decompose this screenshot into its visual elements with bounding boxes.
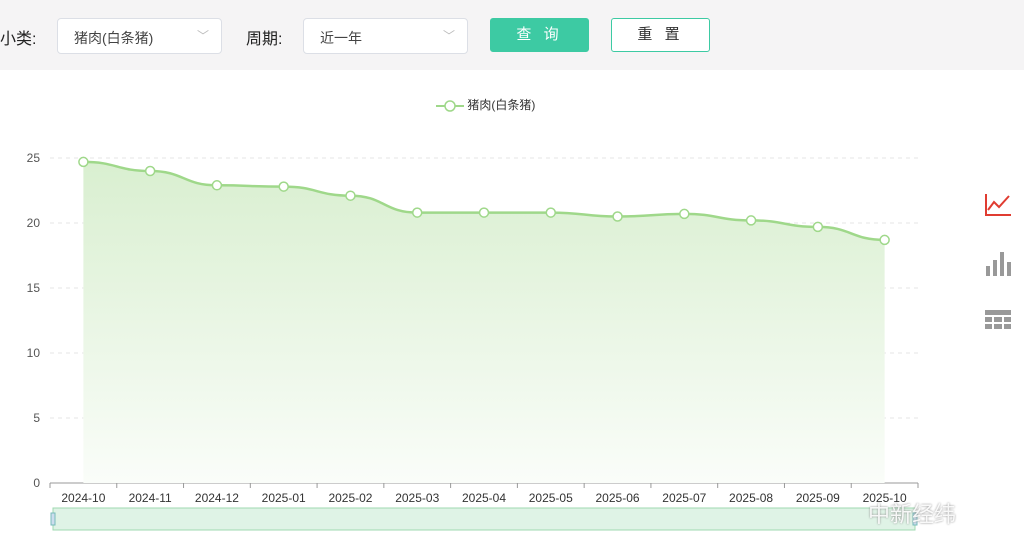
data-point xyxy=(411,207,423,218)
y-tick-label: 20 xyxy=(27,216,41,230)
x-tick-label: 2025-05 xyxy=(529,491,573,505)
x-tick-label: 2024-12 xyxy=(195,491,239,505)
x-tick-label: 2025-01 xyxy=(262,491,306,505)
data-point xyxy=(812,221,824,233)
data-point xyxy=(144,165,156,177)
data-point xyxy=(278,181,289,192)
watermark: 中新经纬 xyxy=(868,502,957,527)
x-tick-label: 2025-03 xyxy=(395,491,439,505)
data-point xyxy=(612,211,623,222)
table-icon xyxy=(985,310,1011,329)
y-tick-label: 5 xyxy=(33,411,40,425)
y-tick-label: 0 xyxy=(33,476,40,490)
line-chart-toggle[interactable] xyxy=(984,190,1012,223)
x-tick-label: 2025-09 xyxy=(796,491,840,505)
y-tick-label: 25 xyxy=(27,151,41,165)
x-tick-label: 2025-04 xyxy=(462,491,506,505)
line-chart: 0 5 10 15 20 25 2024-10 2024-11 2024-12 2025-01 20… xyxy=(27,151,919,531)
zoom-slider[interactable] xyxy=(52,507,916,531)
data-point xyxy=(211,180,223,191)
x-tick-label: 2025-06 xyxy=(596,491,640,505)
data-point xyxy=(879,234,890,246)
zoom-handle[interactable] xyxy=(50,512,56,526)
data-table-toggle[interactable] xyxy=(984,308,1012,341)
data-point xyxy=(745,215,757,226)
y-tick-label: 15 xyxy=(27,281,41,295)
bar-chart-toggle[interactable] xyxy=(984,250,1012,283)
data-point xyxy=(345,190,356,201)
x-tick-label: 2025-08 xyxy=(729,491,773,505)
x-tick-label: 2024-11 xyxy=(129,491,172,505)
data-point xyxy=(78,156,89,168)
data-point xyxy=(545,207,557,218)
x-tick-label: 2025-07 xyxy=(662,491,706,505)
bar-chart-icon xyxy=(986,252,1011,276)
x-tick-label: 2025-02 xyxy=(328,491,372,505)
data-point xyxy=(478,207,490,218)
y-tick-label: 10 xyxy=(27,346,41,360)
line-chart-icon xyxy=(985,194,1011,216)
x-tick-label: 2024-10 xyxy=(61,491,105,505)
data-point xyxy=(679,208,690,220)
